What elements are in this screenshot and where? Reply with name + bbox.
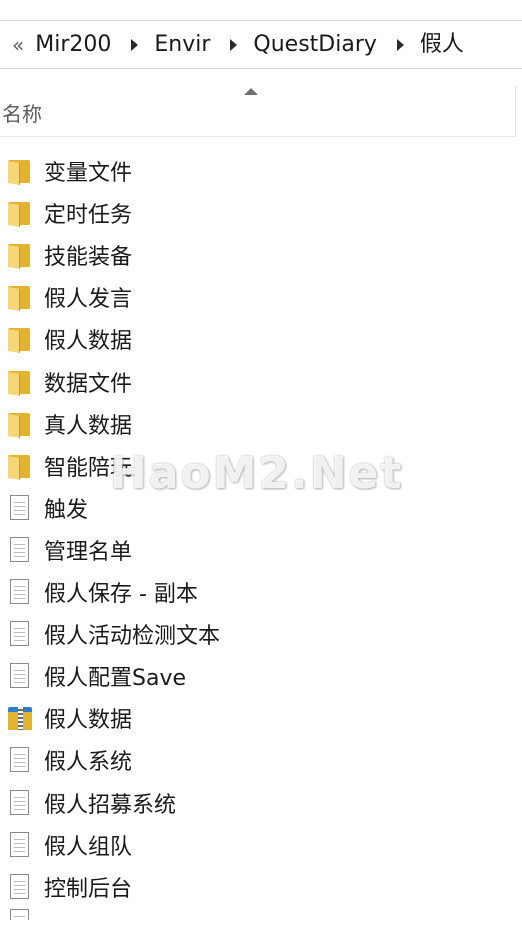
- folder-icon: [6, 368, 34, 396]
- list-item-label: 假人数据: [44, 708, 133, 734]
- folder-icon: [6, 241, 34, 270]
- breadcrumb-separator-icon[interactable]: [396, 39, 404, 51]
- file-list[interactable]: 变量文件 定时任务 技能装备 假人发言 假人数据 数据文件 真人数据 智能陪玩 触发 管理名单 假人…: [0, 150, 522, 920]
- list-item-file[interactable]: 假人系统: [0, 739, 400, 781]
- list-item-file[interactable]: 控制后台: [0, 866, 400, 908]
- list-item-label: 假人发言: [44, 287, 133, 313]
- list-item-file[interactable]: 假人招募系统: [0, 782, 400, 824]
- folder-icon: [6, 283, 34, 312]
- breadcrumb-mir200[interactable]: Mir200: [35, 22, 111, 68]
- list-item-folder[interactable]: 智能陪玩: [0, 445, 400, 487]
- list-item-file[interactable]: 假人组队: [0, 824, 400, 866]
- list-item-label: 变量文件: [44, 161, 133, 186]
- list-item-label: 智能陪玩: [44, 455, 133, 481]
- list-item-label: 假人数据: [44, 329, 133, 355]
- list-item-zip-folder[interactable]: 假人数据: [0, 697, 400, 739]
- list-item-label: 假人保存 - 副本: [44, 582, 198, 607]
- list-item-label: 管理名单: [44, 539, 133, 565]
- list-item-label: 假人配置Save: [44, 666, 187, 692]
- folder-icon: [6, 325, 34, 354]
- list-item-label: 控制后台: [44, 876, 133, 902]
- list-item-label: 假人组队: [44, 834, 133, 860]
- window-top-strip: [0, 0, 522, 21]
- list-item-folder[interactable]: 真人数据: [0, 403, 400, 445]
- list-item-folder[interactable]: 数据文件: [0, 361, 400, 403]
- text-file-icon: [6, 536, 34, 564]
- list-item-label: 定时任务: [44, 203, 133, 229]
- breadcrumb-separator-icon[interactable]: [131, 39, 139, 51]
- folder-icon: [6, 410, 34, 438]
- list-item-folder[interactable]: 假人发言: [0, 276, 400, 318]
- list-item-file[interactable]: 假人保存 - 副本: [0, 571, 400, 613]
- column-header-label: 名称: [2, 102, 42, 126]
- breadcrumb-overflow-icon[interactable]: «: [12, 22, 24, 68]
- text-file-icon: [6, 494, 34, 522]
- list-item-folder[interactable]: 技能装备: [0, 234, 400, 276]
- folder-icon: [6, 157, 34, 185]
- list-item-folder[interactable]: 变量文件: [0, 150, 400, 192]
- text-file-icon: [6, 662, 34, 690]
- text-file-icon: [6, 746, 34, 774]
- sort-ascending-icon: [244, 88, 258, 95]
- text-file-icon: [6, 873, 34, 901]
- text-file-icon: [6, 578, 34, 606]
- list-item-file[interactable]: 假人配置Save: [0, 655, 400, 697]
- text-file-icon: [6, 831, 34, 859]
- list-item-label: 真人数据: [44, 413, 133, 439]
- list-item-label: 触发: [44, 497, 89, 523]
- breadcrumb-questdiary[interactable]: QuestDiary: [253, 22, 376, 68]
- address-bar[interactable]: « Mir200 Envir QuestDiary 假人: [0, 22, 522, 69]
- list-item-label: 假人系统: [44, 750, 133, 776]
- text-file-icon: [6, 620, 34, 648]
- column-header-name[interactable]: 名称: [0, 86, 516, 137]
- breadcrumb-envir[interactable]: Envir: [154, 22, 210, 68]
- list-item-label: 假人活动检测文本: [44, 624, 221, 650]
- list-item-folder[interactable]: 假人数据: [0, 318, 400, 360]
- zip-folder-icon: [6, 704, 34, 732]
- list-item-file[interactable]: 管理名单: [0, 529, 400, 571]
- breadcrumb-current-folder[interactable]: 假人: [420, 22, 464, 68]
- text-file-icon: [6, 789, 34, 817]
- breadcrumb-separator-icon[interactable]: [230, 39, 238, 51]
- list-item-file[interactable]: 触发: [0, 487, 400, 529]
- folder-icon: [6, 199, 34, 227]
- list-item-label: 假人招募系统: [44, 792, 177, 818]
- folder-icon: [6, 452, 34, 480]
- list-item-file[interactable]: 假人活动检测文本: [0, 613, 400, 655]
- list-item-folder[interactable]: 定时任务: [0, 192, 400, 234]
- column-divider[interactable]: [515, 86, 516, 136]
- list-item-partial[interactable]: [0, 908, 200, 920]
- list-item-label: 数据文件: [44, 371, 133, 397]
- list-item-label: 技能装备: [44, 245, 133, 271]
